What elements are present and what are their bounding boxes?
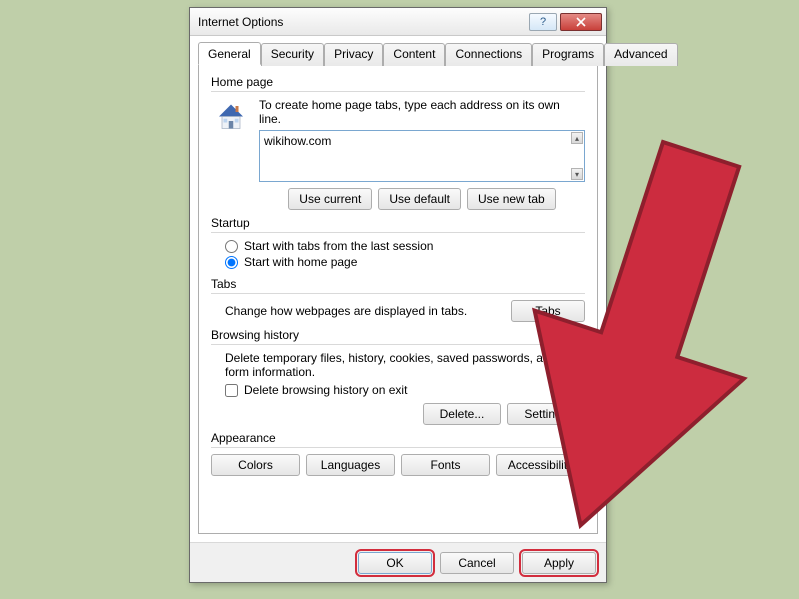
tab-privacy[interactable]: Privacy [324,43,383,66]
apply-button[interactable]: Apply [522,552,596,574]
dialog-footer: OK Cancel Apply [190,542,606,582]
group-label-appearance: Appearance [211,431,585,445]
group-startup: Startup Start with tabs from the last se… [211,216,585,271]
help-button[interactable]: ? [529,13,557,31]
tab-general[interactable]: General [198,42,261,65]
appearance-buttons: Colors Languages Fonts Accessibility [211,454,585,476]
window-title: Internet Options [198,15,529,29]
homepage-buttons: Use current Use default Use new tab [259,188,585,210]
divider [211,344,585,345]
group-label-homepage: Home page [211,75,585,89]
help-icon: ? [540,16,546,28]
tab-security[interactable]: Security [261,43,324,66]
cancel-button[interactable]: Cancel [440,552,514,574]
group-label-browsing-history: Browsing history [211,328,585,342]
delete-on-exit[interactable]: Delete browsing history on exit [225,383,585,397]
group-label-startup: Startup [211,216,585,230]
titlebar-buttons: ? [529,13,606,31]
ok-button[interactable]: OK [358,552,432,574]
divider [211,293,585,294]
tabpanel-general: Home page [198,64,598,534]
homepage-textarea-wrap: ▴ ▾ [259,130,585,182]
tab-content[interactable]: Content [383,43,445,66]
homepage-hint: To create home page tabs, type each addr… [259,98,585,126]
browsing-history-buttons: Delete... Settings [211,403,585,425]
tab-programs[interactable]: Programs [532,43,604,66]
delete-on-exit-checkbox[interactable] [225,384,238,397]
divider [211,232,585,233]
radio-last-session[interactable]: Start with tabs from the last session [225,239,585,253]
tabs-row: Change how webpages are displayed in tab… [225,300,585,322]
group-label-tabs: Tabs [211,277,585,291]
radio-last-session-label: Start with tabs from the last session [244,239,433,253]
use-current-button[interactable]: Use current [288,188,372,210]
homepage-right: To create home page tabs, type each addr… [259,98,585,210]
divider [211,447,585,448]
tabs-button[interactable]: Tabs [511,300,585,322]
delete-on-exit-label: Delete browsing history on exit [244,383,407,397]
scroll-up-icon[interactable]: ▴ [571,132,583,144]
group-appearance: Appearance Colors Languages Fonts Access… [211,431,585,476]
use-default-button[interactable]: Use default [378,188,461,210]
tab-strip: General Security Privacy Content Connect… [198,42,598,65]
delete-button[interactable]: Delete... [423,403,501,425]
homepage-row: To create home page tabs, type each addr… [211,98,585,210]
radio-home-page-input[interactable] [225,256,238,269]
close-button[interactable] [560,13,602,31]
tabs-hint: Change how webpages are displayed in tab… [225,304,499,318]
titlebar[interactable]: Internet Options ? [190,8,606,36]
accessibility-button[interactable]: Accessibility [496,454,585,476]
fonts-button[interactable]: Fonts [401,454,490,476]
homepage-input[interactable] [260,131,570,181]
settings-button[interactable]: Settings [507,403,585,425]
radio-last-session-input[interactable] [225,240,238,253]
group-tabs: Tabs Change how webpages are displayed i… [211,277,585,322]
divider [211,91,585,92]
home-icon [211,98,251,138]
internet-options-dialog: Internet Options ? General Security Priv… [189,7,607,583]
use-new-tab-button[interactable]: Use new tab [467,188,556,210]
colors-button[interactable]: Colors [211,454,300,476]
browsing-history-hint: Delete temporary files, history, cookies… [225,351,585,379]
tab-connections[interactable]: Connections [445,43,532,66]
group-browsing-history: Browsing history Delete temporary files,… [211,328,585,425]
dialog-body: General Security Privacy Content Connect… [190,36,606,542]
scroll-down-icon[interactable]: ▾ [571,168,583,180]
languages-button[interactable]: Languages [306,454,395,476]
radio-home-page-label: Start with home page [244,255,357,269]
radio-home-page[interactable]: Start with home page [225,255,585,269]
close-icon [576,17,586,27]
tab-advanced[interactable]: Advanced [604,43,677,66]
group-homepage: Home page [211,75,585,210]
